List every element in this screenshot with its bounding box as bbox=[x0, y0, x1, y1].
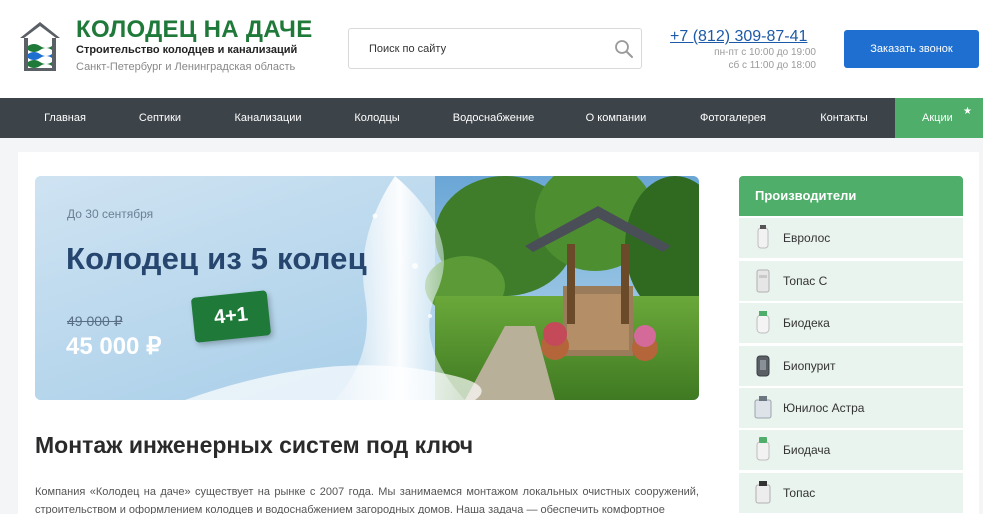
septic-tank-icon bbox=[756, 437, 770, 461]
logo-region: Санкт-Петербург и Ленинградская область bbox=[76, 61, 296, 73]
sidebar-item-biodacha[interactable]: Биодача bbox=[739, 430, 963, 471]
nav-item-home[interactable]: Главная bbox=[30, 98, 100, 138]
nav-item-sewerage[interactable]: Канализации bbox=[225, 98, 311, 138]
sidebar-item-label: Юнилос Астра bbox=[783, 400, 865, 415]
nav-item-water-supply[interactable]: Водоснабжение bbox=[443, 98, 544, 138]
search-input[interactable] bbox=[349, 29, 599, 68]
sidebar-item-biopurit[interactable]: Биопурит bbox=[739, 345, 963, 386]
septic-tank-icon bbox=[756, 269, 770, 293]
sidebar-item-label: Биодача bbox=[783, 443, 831, 458]
main-nav: Главная Септики Канализации Колодцы Водо… bbox=[0, 98, 983, 138]
nav-item-contacts[interactable]: Контакты bbox=[810, 98, 878, 138]
sidebar-item-topas-s[interactable]: Топас С bbox=[739, 260, 963, 301]
sidebar-item-label: Биодека bbox=[783, 316, 830, 331]
logo-title[interactable]: КОЛОДЕЦ НА ДАЧЕ bbox=[76, 16, 313, 44]
search-box bbox=[348, 28, 642, 69]
sidebar-item-biodeka[interactable]: Биодека bbox=[739, 303, 963, 344]
banner-title: Колодец из 5 колец bbox=[66, 241, 367, 276]
sidebar-item-label: Биопурит bbox=[783, 358, 836, 373]
nav-promo-label: Акции bbox=[922, 112, 953, 124]
manufacturers-sidebar: Производители Евролос Топас С Биодека Би… bbox=[739, 176, 963, 513]
star-icon: ★ bbox=[963, 106, 972, 117]
septic-tank-icon bbox=[754, 395, 772, 419]
sidebar-item-label: Топас С bbox=[783, 273, 828, 288]
logo-subtitle: Строительство колодцев и канализаций bbox=[76, 44, 298, 56]
hours-saturday: сб с 11:00 до 18:00 bbox=[728, 60, 816, 71]
septic-tank-icon bbox=[755, 480, 771, 504]
banner-old-price: 49 000 ₽ bbox=[67, 313, 123, 329]
search-icon[interactable] bbox=[613, 38, 635, 60]
sidebar-item-topas[interactable]: Топас bbox=[739, 472, 963, 513]
banner-new-price: 45 000 ₽ bbox=[66, 333, 162, 360]
septic-tank-icon bbox=[756, 355, 770, 377]
well-logo-icon[interactable] bbox=[18, 20, 62, 72]
sidebar-title: Производители bbox=[739, 176, 963, 216]
intro-text: Компания «Колодец на даче» существует на… bbox=[35, 486, 699, 514]
phone-link[interactable]: +7 (812) 309-87-41 bbox=[670, 28, 807, 46]
callback-button[interactable]: Заказать звонок bbox=[844, 30, 979, 68]
promo-banner[interactable]: До 30 сентября Колодец из 5 колец 49 000… bbox=[35, 176, 699, 400]
page-title: Монтаж инженерных систем под ключ bbox=[35, 432, 474, 458]
banner-date: До 30 сентября bbox=[67, 207, 154, 221]
nav-item-promo[interactable]: Акции ★ bbox=[895, 98, 983, 138]
sidebar-item-label: Евролос bbox=[783, 231, 831, 246]
nav-item-wells[interactable]: Колодцы bbox=[343, 98, 411, 138]
septic-tank-icon bbox=[756, 311, 770, 334]
sidebar-item-unilos-astra[interactable]: Юнилос Астра bbox=[739, 387, 963, 428]
banner-badge: 4+1 bbox=[190, 290, 272, 343]
nav-item-septics[interactable]: Септики bbox=[127, 98, 193, 138]
nav-item-about[interactable]: О компании bbox=[576, 98, 656, 138]
site-header: КОЛОДЕЦ НА ДАЧЕ Строительство колодцев и… bbox=[0, 0, 983, 98]
sidebar-item-evrolos[interactable]: Евролос bbox=[739, 218, 963, 259]
hours-weekdays: пн-пт с 10:00 до 19:00 bbox=[714, 47, 816, 58]
septic-tank-icon bbox=[757, 225, 769, 249]
sidebar-item-label: Топас bbox=[783, 485, 816, 500]
nav-item-gallery[interactable]: Фотогалерея bbox=[688, 98, 778, 138]
